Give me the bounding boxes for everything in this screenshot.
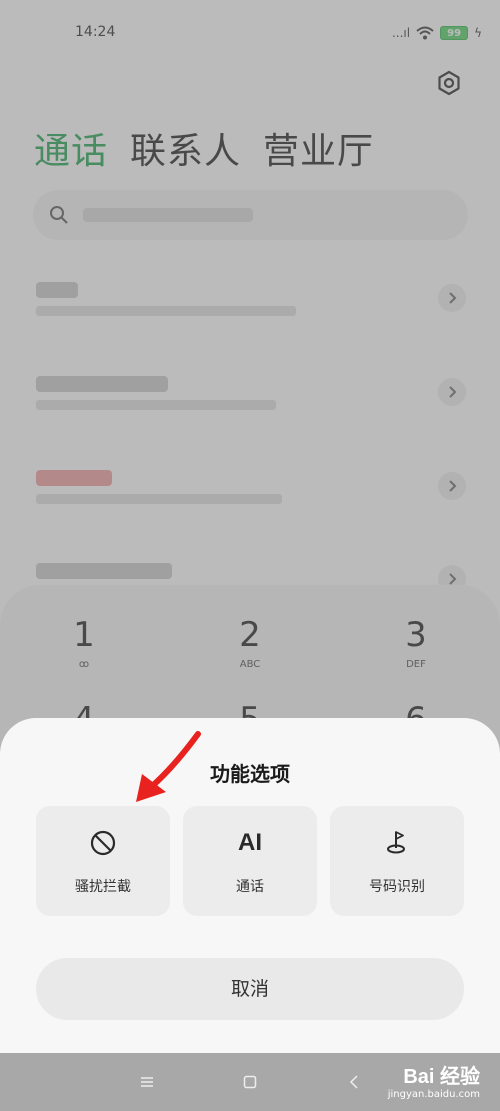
home-icon[interactable] xyxy=(237,1069,263,1095)
option-number-identification[interactable]: 号码识别 xyxy=(330,806,464,916)
option-label: 号码识别 xyxy=(369,879,425,895)
cancel-button[interactable]: 取消 xyxy=(36,958,464,1020)
menu-icon[interactable] xyxy=(134,1069,160,1095)
option-ai-call[interactable]: AI 通话 xyxy=(183,806,317,916)
sheet-title: 功能选项 xyxy=(210,762,290,786)
watermark-logo: Bai 经验 xyxy=(403,1066,480,1088)
annotation-arrow-icon xyxy=(136,731,201,802)
option-harassment-block[interactable]: 骚扰拦截 xyxy=(36,806,170,916)
watermark: Bai 经验 jingyan.baidu.com xyxy=(388,1060,480,1100)
option-label: 通话 xyxy=(236,879,264,895)
ai-icon: AI xyxy=(238,829,262,856)
options-sheet: 功能选项 骚扰拦截 AI 通话 号码识别 取消 xyxy=(0,718,500,1053)
watermark-url: jingyan.baidu.com xyxy=(387,1089,480,1100)
location-flag-icon xyxy=(330,828,464,858)
back-icon[interactable] xyxy=(341,1069,367,1095)
option-label: 骚扰拦截 xyxy=(75,879,131,895)
block-icon xyxy=(36,828,170,858)
